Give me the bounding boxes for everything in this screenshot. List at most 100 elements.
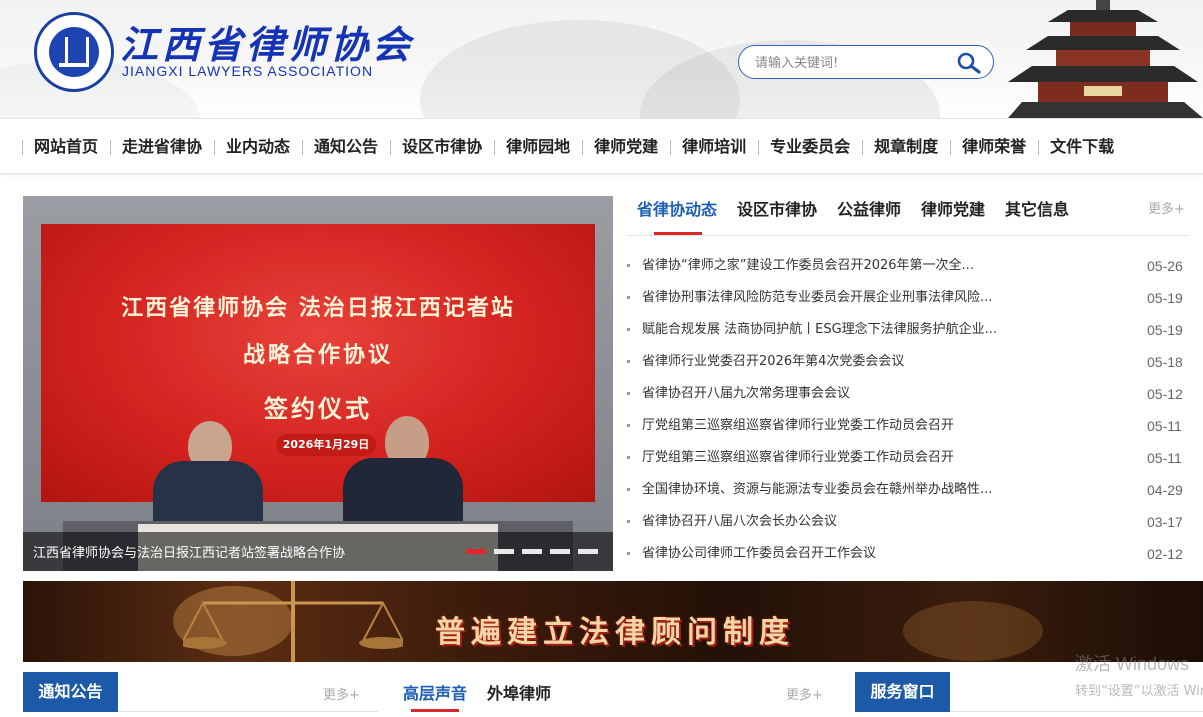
news-title[interactable]: 省律师行业党委召开2026年第4次党委会会议 <box>642 346 1042 378</box>
news-title[interactable]: 厅党组第三巡察组巡察省律师行业党委工作动员会召开 <box>642 410 1042 442</box>
bullet-icon <box>627 520 630 523</box>
list-item[interactable]: 厅党组第三巡察组巡察省律师行业党委工作动员会召开 05-11 <box>627 442 1189 474</box>
list-item[interactable]: 厅党组第三巡察组巡察省律师行业党委工作动员会召开 05-11 <box>627 410 1189 442</box>
slide-red-banner: 江西省律师协会 法治日报江西记者站 战略合作协议 签约仪式 2026年1月29日 <box>41 224 595 502</box>
nav-lawyer-garden[interactable]: 律师园地 <box>494 119 582 175</box>
list-item[interactable]: 省律协“律师之家”建设工作委员会召开2026年第一次全... 05-26 <box>627 250 1189 282</box>
nav-party-building[interactable]: 律师党建 <box>582 119 670 175</box>
news-date: 05-12 <box>1147 386 1183 402</box>
slider-dot[interactable] <box>494 549 514 554</box>
news-title[interactable]: 省律协召开八届八次会长办公会议 <box>642 506 1042 538</box>
tab-party-building[interactable]: 律师党建 <box>921 196 985 220</box>
site-logo-en: JIANGXI LAWYERS ASSOCIATION <box>122 63 374 79</box>
tab-public-lawyers[interactable]: 公益律师 <box>837 196 901 220</box>
divider <box>118 711 378 712</box>
banner-date: 2026年1月29日 <box>276 434 376 456</box>
news-list: 省律协“律师之家”建设工作委员会召开2026年第一次全... 05-26 省律协刑… <box>627 250 1189 570</box>
news-title[interactable]: 省律协召开八届九次常务理事会会议 <box>642 378 1042 410</box>
list-item[interactable]: 省律师行业党委召开2026年第4次党委会会议 05-18 <box>627 346 1189 378</box>
search-input[interactable] <box>755 53 945 73</box>
news-title[interactable]: 省律协“律师之家”建设工作委员会召开2026年第一次全... <box>642 250 1042 282</box>
slider-caption[interactable]: 江西省律师协会与法治日报江西记者站签署战略合作协 <box>33 542 345 561</box>
news-date: 05-19 <box>1147 322 1183 338</box>
voice-section-header: 高层声音 外埠律师 更多+ <box>393 672 838 717</box>
service-title[interactable]: 服务窗口 <box>855 672 950 712</box>
news-date: 04-29 <box>1147 482 1183 498</box>
list-item[interactable]: 赋能合规发展 法商协同护航丨ESG理念下法律服务护航企业... 05-19 <box>627 314 1189 346</box>
divider <box>950 711 1203 712</box>
slider-dot[interactable] <box>550 549 570 554</box>
bullet-icon <box>627 552 630 555</box>
notice-section-header: 通知公告 更多+ <box>23 672 378 717</box>
tab-association-news[interactable]: 省律协动态 <box>637 196 717 220</box>
nav-committees[interactable]: 专业委员会 <box>758 119 862 175</box>
tab-senior-voices[interactable]: 高层声音 <box>403 680 467 704</box>
news-date: 05-11 <box>1147 418 1182 434</box>
slider-dot[interactable] <box>466 549 486 554</box>
nav-city-associations[interactable]: 设区市律协 <box>390 119 494 175</box>
list-item[interactable]: 省律协公司律师工作委员会召开工作会议 02-12 <box>627 538 1189 570</box>
news-title[interactable]: 省律协公司律师工作委员会召开工作会议 <box>642 538 1042 570</box>
site-logo-cn[interactable]: 江西省律师协会 <box>120 14 414 69</box>
tab-city-associations[interactable]: 设区市律协 <box>737 196 817 220</box>
news-title[interactable]: 全国律协环境、资源与能源法专业委员会在赣州举办战略性... <box>642 474 1042 506</box>
voice-more-link[interactable]: 更多+ <box>786 684 823 703</box>
tab-external-lawyers[interactable]: 外埠律师 <box>487 680 551 704</box>
tab-other-info[interactable]: 其它信息 <box>1005 196 1069 220</box>
news-date: 05-26 <box>1147 258 1183 274</box>
banner-glow <box>903 601 1043 661</box>
news-title[interactable]: 赋能合规发展 法商协同护航丨ESG理念下法律服务护航企业... <box>642 314 1042 346</box>
nav-about[interactable]: 走进省律协 <box>110 119 214 175</box>
notice-more-link[interactable]: 更多+ <box>323 684 360 703</box>
slider-caption-bar: 江西省律师协会与法治日报江西记者站签署战略合作协 <box>23 532 613 571</box>
news-more-link[interactable]: 更多+ <box>1148 198 1185 217</box>
news-date: 05-11 <box>1147 450 1182 466</box>
news-date: 03-17 <box>1147 514 1183 530</box>
pagoda-illustration <box>1008 0 1203 118</box>
promo-title: 普遍建立法律顾问制度 <box>435 615 795 650</box>
banner-line-2: 战略合作协议 <box>242 342 393 368</box>
notice-title[interactable]: 通知公告 <box>23 672 118 712</box>
banner-line-1: 江西省律师协会 法治日报江西记者站 <box>121 295 515 321</box>
news-slider[interactable]: 江西省律师协会 法治日报江西记者站 战略合作协议 签约仪式 2026年1月29日… <box>23 196 613 571</box>
nav-industry-news[interactable]: 业内动态 <box>214 119 302 175</box>
search-icon[interactable] <box>955 51 983 75</box>
news-tabs: 省律协动态 设区市律协 公益律师 律师党建 其它信息 更多+ <box>627 188 1189 236</box>
news-date: 02-12 <box>1147 546 1183 562</box>
news-date: 05-18 <box>1147 354 1183 370</box>
bullet-icon <box>627 296 630 299</box>
active-tab-indicator <box>654 232 702 235</box>
nav-downloads[interactable]: 文件下载 <box>1038 119 1126 175</box>
scales-icon <box>183 581 403 662</box>
search-box <box>738 45 994 79</box>
nav-notices[interactable]: 通知公告 <box>302 119 390 175</box>
news-title[interactable]: 厅党组第三巡察组巡察省律师行业党委工作动员会召开 <box>642 442 1042 474</box>
watermark-line-1: 激活 Windows <box>1075 654 1190 674</box>
bullet-icon <box>627 264 630 267</box>
slider-dots <box>466 549 598 554</box>
bullet-icon <box>627 488 630 491</box>
list-item[interactable]: 省律协刑事法律风险防范专业委员会开展企业刑事法律风险... 05-19 <box>627 282 1189 314</box>
bullet-icon <box>627 328 630 331</box>
bullet-icon <box>627 424 630 427</box>
list-item[interactable]: 省律协召开八届九次常务理事会会议 05-12 <box>627 378 1189 410</box>
news-title[interactable]: 省律协刑事法律风险防范专业委员会开展企业刑事法律风险... <box>642 282 1042 314</box>
nav-training[interactable]: 律师培训 <box>670 119 758 175</box>
bullet-icon <box>627 360 630 363</box>
bullet-icon <box>627 392 630 395</box>
nav-honors[interactable]: 律师荣誉 <box>950 119 1038 175</box>
list-item[interactable]: 省律协召开八届八次会长办公会议 03-17 <box>627 506 1189 538</box>
association-emblem[interactable] <box>34 12 114 92</box>
bullet-icon <box>627 456 630 459</box>
watermark-line-2: 转到“设置”以激活 Windows。 <box>1075 684 1203 699</box>
banner-line-3: 签约仪式 <box>264 394 372 423</box>
nav-regulations[interactable]: 规章制度 <box>862 119 950 175</box>
main-nav: 网站首页 走进省律协 业内动态 通知公告 设区市律协 律师园地 律师党建 律师培… <box>0 118 1203 174</box>
nav-home[interactable]: 网站首页 <box>22 119 110 175</box>
promo-banner[interactable]: 普遍建立法律顾问制度 <box>23 581 1203 662</box>
list-item[interactable]: 全国律协环境、资源与能源法专业委员会在赣州举办战略性... 04-29 <box>627 474 1189 506</box>
active-tab-indicator <box>411 709 459 712</box>
slider-dot[interactable] <box>578 549 598 554</box>
slider-dot[interactable] <box>522 549 542 554</box>
news-panel: 省律协动态 设区市律协 公益律师 律师党建 其它信息 更多+ 省律协“律师之家”… <box>627 188 1189 568</box>
